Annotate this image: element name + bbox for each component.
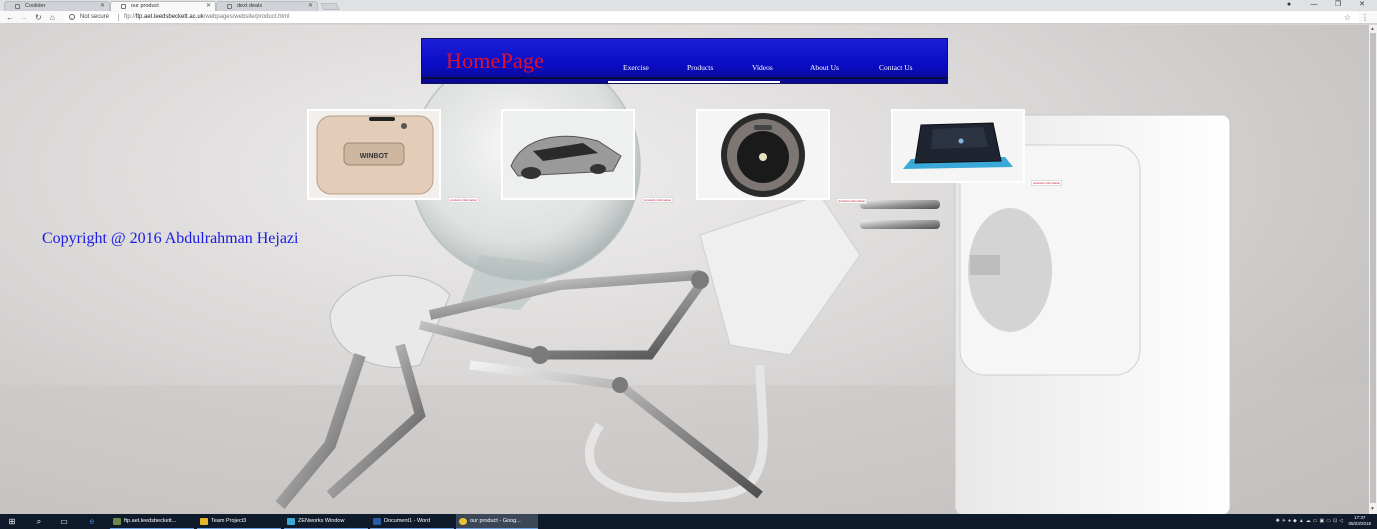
divider (118, 14, 119, 21)
scroll-up-arrow-icon[interactable]: ▲ (1370, 26, 1375, 32)
edge-browser-icon[interactable]: e (85, 514, 99, 529)
close-icon[interactable]: ✕ (100, 2, 105, 11)
folder-icon (200, 518, 208, 525)
taskbar-app-team-project[interactable]: Team Project3 (197, 514, 281, 529)
page-icon (227, 4, 232, 9)
address-bar[interactable]: i Not secure ftp://ftp.aet.leedsbeckett.… (64, 12, 1359, 23)
security-label: Not secure (80, 14, 110, 20)
info-icon[interactable]: i (69, 14, 75, 20)
winbot-logo-text: WINBOT (360, 153, 389, 160)
background-illustration (0, 49, 1369, 514)
app-icon (287, 518, 295, 525)
tab-title: Coolider (25, 3, 46, 9)
restore-button[interactable]: ❐ (1327, 0, 1349, 11)
clock-date: 05/03/2018 (1348, 521, 1371, 526)
tab-title: our product (131, 3, 159, 9)
tab-title: dext deals (237, 3, 263, 9)
taskbar-app-chrome[interactable]: our product - Goog... (456, 514, 538, 529)
nav-videos[interactable]: Videos (752, 63, 773, 72)
task-view-icon[interactable]: ▭ (57, 514, 71, 529)
product-image-robot-vacuum[interactable] (696, 109, 830, 200)
page-icon (15, 4, 20, 9)
nav-products[interactable]: Products (687, 63, 713, 72)
active-nav-indicator (608, 81, 780, 83)
tab-our-product[interactable]: our product ✕ (110, 1, 216, 11)
taskbar: ⊞ ⌕ ▭ e ftp.aet.leedsbeckett... Team Pro… (0, 514, 1377, 529)
home-icon[interactable]: ⌂ (50, 11, 55, 24)
vertical-scrollbar[interactable]: ▲ ▼ (1369, 25, 1377, 514)
taskbar-app-ftp[interactable]: ftp.aet.leedsbeckett... (110, 514, 194, 529)
tab-coolider[interactable]: Coolider ✕ (4, 1, 110, 11)
taskbar-app-zenworks[interactable]: ZENworks Window (284, 514, 368, 529)
tab-dext-deals[interactable]: dext deals ✕ (216, 1, 318, 11)
nav-exercise[interactable]: Exercise (623, 63, 649, 72)
copyright-text: Copyright @ 2016 Abdulrahman Hejazi (42, 230, 299, 247)
nav-contact-us[interactable]: Contact Us (879, 63, 913, 72)
close-icon[interactable]: ✕ (206, 2, 211, 11)
menu-icon[interactable]: ⋮ (1361, 11, 1369, 24)
product-info-link[interactable]: products information (448, 197, 480, 203)
product-info-link[interactable]: products information (642, 197, 674, 203)
reload-icon[interactable]: ↻ (35, 11, 42, 24)
site-title-link[interactable]: HomePage (446, 48, 544, 74)
search-icon[interactable]: ⌕ (32, 514, 46, 529)
windows-start-icon[interactable]: ⊞ (5, 514, 19, 529)
site-header: HomePage Exercise Products Videos About … (421, 38, 948, 84)
minimize-button[interactable]: — (1303, 0, 1325, 11)
product-image-floor-robot[interactable] (891, 109, 1025, 183)
product-image-winbot[interactable]: WINBOT (307, 109, 441, 200)
browser-toolbar: ← → ↻ ⌂ i Not secure ftp://ftp.aet.leeds… (0, 11, 1377, 24)
nav-about-us[interactable]: About Us (810, 63, 839, 72)
system-tray-icons[interactable]: ✺✈●◆▲☁▭▣▭⊡◁ (1276, 514, 1345, 529)
product-info-link[interactable]: products information (1031, 180, 1063, 186)
word-icon (373, 518, 381, 525)
clock[interactable]: 17:37 05/03/2018 (1348, 515, 1371, 527)
url-text[interactable]: ftp://ftp.aet.leedsbeckett.ac.uk/webpage… (124, 12, 289, 23)
page-viewport: HomePage Exercise Products Videos About … (0, 25, 1369, 514)
bookmark-star-icon[interactable]: ☆ (1344, 12, 1351, 23)
close-window-button[interactable]: ✕ (1351, 0, 1373, 11)
scroll-thumb[interactable] (1370, 33, 1376, 503)
chrome-icon (459, 518, 467, 525)
back-icon[interactable]: ← (6, 11, 14, 24)
profile-icon[interactable]: ● (1278, 0, 1300, 11)
taskbar-app-word[interactable]: Document1 - Word (370, 514, 454, 529)
new-tab-button[interactable] (320, 3, 340, 10)
product-info-link[interactable]: products information (836, 198, 868, 204)
forward-icon[interactable]: → (20, 11, 28, 24)
tab-strip: Coolider ✕ our product ✕ dext deals ✕ ● … (0, 0, 1377, 11)
close-icon[interactable]: ✕ (308, 2, 313, 11)
product-image-lawn-mower[interactable] (501, 109, 635, 200)
scroll-down-arrow-icon[interactable]: ▼ (1370, 506, 1375, 512)
page-icon (121, 4, 126, 9)
app-icon (113, 518, 121, 525)
